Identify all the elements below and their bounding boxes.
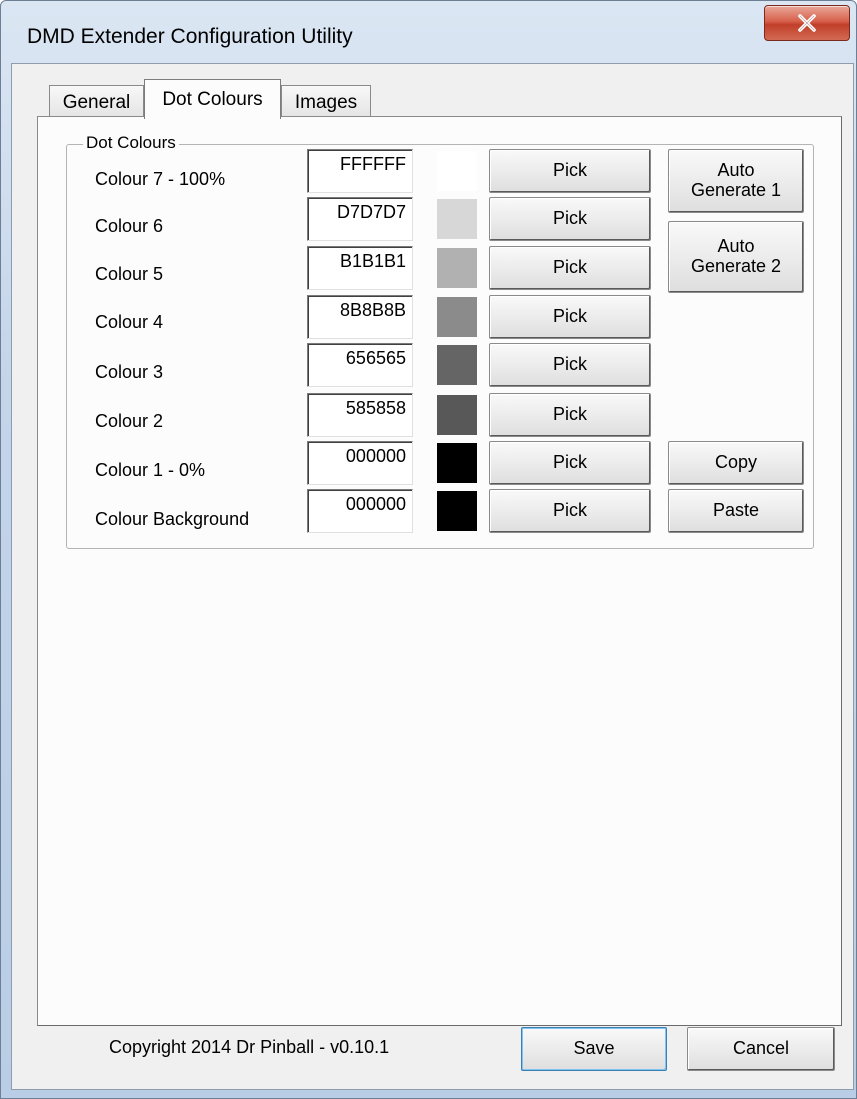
- close-icon: [798, 14, 816, 32]
- colour-background-label: Colour Background: [95, 509, 250, 529]
- colour-4-swatch: [437, 297, 477, 337]
- window-title: DMD Extender Configuration Utility: [27, 25, 353, 48]
- paste-button[interactable]: Paste: [668, 489, 804, 533]
- tab-images[interactable]: Images: [281, 85, 371, 119]
- colour-2-hex-field[interactable]: 585858: [307, 393, 413, 437]
- colour-2-label: Colour 2: [95, 411, 164, 431]
- groupbox-label: Dot Colours: [83, 133, 179, 153]
- colour-1-hex-field[interactable]: 000000: [307, 441, 413, 485]
- colour-4-label: Colour 4: [95, 312, 164, 332]
- colour-3-pick-button[interactable]: Pick: [489, 343, 651, 387]
- tab-dot-colours[interactable]: Dot Colours: [144, 79, 281, 119]
- colour-2-swatch: [437, 395, 477, 435]
- tab-label: Dot Colours: [162, 88, 263, 110]
- copyright-text: Copyright 2014 Dr Pinball - v0.10.1: [109, 1037, 390, 1057]
- colour-3-label: Colour 3: [95, 362, 164, 382]
- app-window: DMD Extender Configuration Utility Gener…: [0, 0, 857, 1099]
- colour-1-swatch: [437, 443, 477, 483]
- auto-generate-1-button[interactable]: Auto Generate 1: [668, 149, 804, 213]
- colour-2-pick-button[interactable]: Pick: [489, 393, 651, 437]
- copy-button[interactable]: Copy: [668, 441, 804, 485]
- colour-1-pick-button[interactable]: Pick: [489, 441, 651, 485]
- colour-5-pick-button[interactable]: Pick: [489, 246, 651, 290]
- tab-label: Images: [294, 91, 358, 113]
- colour-6-label: Colour 6: [95, 216, 164, 236]
- colour-6-pick-button[interactable]: Pick: [489, 197, 651, 241]
- colour-4-pick-button[interactable]: Pick: [489, 295, 651, 339]
- button-label-line: Generate 1: [690, 180, 782, 200]
- auto-generate-2-button[interactable]: Auto Generate 2: [668, 221, 804, 293]
- colour-5-swatch: [437, 248, 477, 288]
- colour-5-label: Colour 5: [95, 264, 164, 284]
- tab-general[interactable]: General: [49, 85, 144, 119]
- save-button[interactable]: Save: [521, 1027, 667, 1071]
- colour-7-pick-button[interactable]: Pick: [489, 149, 651, 193]
- button-label-line: Auto: [717, 236, 755, 257]
- colour-7-label: Colour 7 - 100%: [95, 169, 226, 189]
- title-bar[interactable]: DMD Extender Configuration Utility: [1, 1, 856, 63]
- colour-background-hex-field[interactable]: 000000: [307, 489, 413, 533]
- cancel-button[interactable]: Cancel: [687, 1027, 835, 1071]
- button-label-line: Generate 2: [690, 256, 782, 276]
- colour-background-pick-button[interactable]: Pick: [489, 489, 651, 533]
- colour-background-swatch: [437, 491, 477, 531]
- colour-6-hex-field[interactable]: D7D7D7: [307, 197, 413, 241]
- colour-3-hex-field[interactable]: 656565: [307, 343, 413, 387]
- close-button[interactable]: [764, 5, 850, 41]
- colour-3-swatch: [437, 345, 477, 385]
- colour-6-swatch: [437, 199, 477, 239]
- colour-7-swatch: [437, 151, 477, 191]
- colour-1-label: Colour 1 - 0%: [95, 460, 206, 480]
- colour-7-hex-field[interactable]: FFFFFF: [307, 149, 413, 193]
- button-label-line: Auto: [717, 160, 755, 181]
- colour-5-hex-field[interactable]: B1B1B1: [307, 246, 413, 290]
- tab-label: General: [62, 91, 131, 113]
- colour-4-hex-field[interactable]: 8B8B8B: [307, 295, 413, 339]
